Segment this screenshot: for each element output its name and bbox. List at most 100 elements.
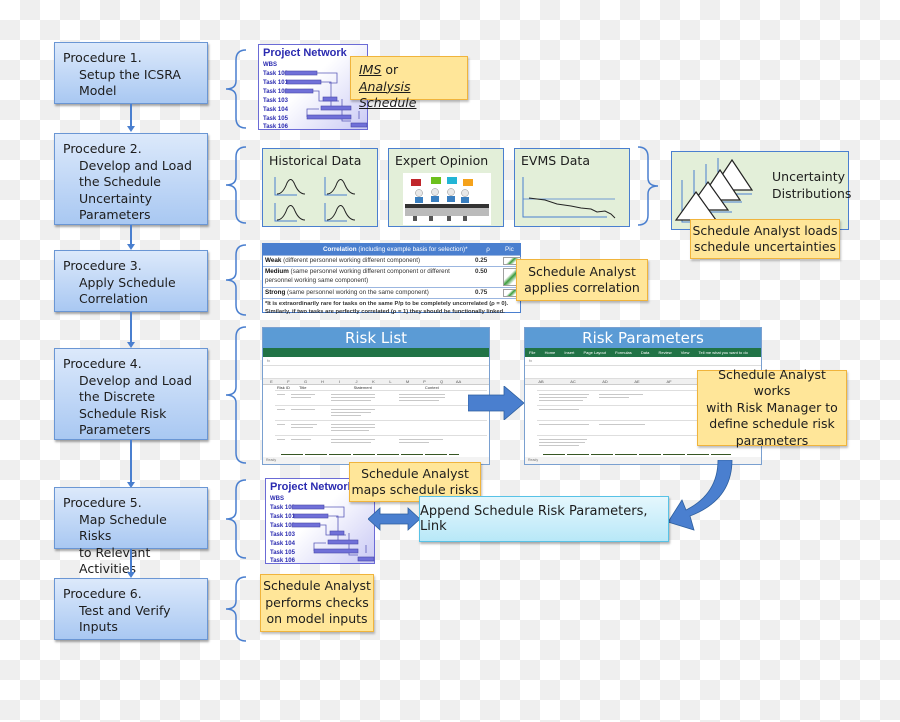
brace-procedure-3	[225, 244, 247, 316]
level-label: Weak	[265, 257, 282, 264]
cell-text	[539, 441, 585, 443]
cell-text	[331, 393, 375, 395]
column-header[interactable]: AC	[557, 379, 589, 384]
note-line: Schedule Analyst	[528, 263, 636, 279]
arrow-right-icon	[468, 386, 524, 420]
row-divider	[275, 405, 487, 406]
column-header[interactable]: H	[314, 379, 331, 384]
cell-text	[291, 426, 313, 428]
column-header[interactable]: L	[382, 379, 399, 384]
cell-text	[599, 423, 645, 425]
column-header[interactable]: E	[263, 379, 280, 384]
procedure-6-line: Inputs	[79, 619, 118, 635]
procedure-1-line: Model	[79, 83, 117, 99]
cell-text	[277, 408, 285, 410]
loads-uncertainties-note: Schedule Analyst loads schedule uncertai…	[690, 219, 840, 259]
cell-text	[331, 414, 361, 416]
row-divider	[275, 390, 487, 391]
correlation-table: Correlation (including example basis for…	[262, 243, 521, 315]
cell-text	[539, 396, 587, 398]
cell-text	[331, 441, 371, 443]
procedure-1-title: Procedure 1.	[63, 50, 142, 65]
procedure-4-title: Procedure 4.	[63, 356, 142, 371]
cell-text	[291, 423, 317, 425]
works-with-risk-manager-note: Schedule Analyst works with Risk Manager…	[697, 367, 847, 448]
cell-text	[331, 426, 375, 428]
curved-arrow-icon	[667, 460, 733, 531]
column-header[interactable]: AA	[450, 379, 467, 384]
note-line: Schedule Analyst	[361, 465, 469, 481]
procedure-3-title: Procedure 3.	[63, 258, 142, 273]
distributions-label-line: Distributions	[772, 186, 852, 201]
procedure-6-line: Test and Verify	[79, 602, 171, 618]
procedure-6-title: Procedure 6.	[63, 586, 142, 601]
procedure-2-line: the Schedule	[79, 174, 161, 190]
ribbon-tab-home[interactable]: Home	[545, 350, 556, 355]
column-header[interactable]: M	[399, 379, 416, 384]
level-label: Strong	[265, 289, 286, 296]
footnote-line: Similarly, if two tasks are perfectly co…	[265, 309, 505, 315]
ribbon-tab-file[interactable]: File	[529, 350, 535, 355]
expert-opinion-box: Expert Opinion	[388, 148, 504, 227]
ribbon-tab-data[interactable]: Data	[641, 350, 649, 355]
applies-correlation-note: Schedule Analyst applies correlation	[516, 259, 648, 301]
formula-bar: fx	[263, 357, 489, 366]
evms-data-box: EVMS Data	[514, 148, 630, 227]
column-header[interactable]: K	[365, 379, 382, 384]
cell-text	[399, 399, 439, 401]
cell-text	[291, 396, 311, 398]
cell-text	[331, 399, 371, 401]
expert-opinion-label: Expert Opinion	[395, 153, 489, 168]
procedure-4-line: Schedule Risk	[79, 405, 167, 421]
sheet-tabs[interactable]	[281, 448, 459, 455]
column-header[interactable]: I	[331, 379, 348, 384]
brace-procedure-5	[225, 479, 247, 559]
brace-procedure-2	[225, 146, 247, 224]
cell-text	[399, 441, 429, 443]
ribbon-tab-insert[interactable]: Insert	[564, 350, 574, 355]
risk-list-title: Risk List	[263, 328, 489, 348]
ribbon-tab-view[interactable]: View	[681, 350, 690, 355]
correlation-footnote: *It is extraordinarily rare for tasks on…	[263, 298, 520, 317]
procedure-4-line: Develop and Load	[79, 372, 192, 388]
cell-text	[331, 411, 371, 413]
column-header[interactable]: G	[297, 379, 314, 384]
column-header[interactable]: J	[348, 379, 365, 384]
procedure-2-line: Parameters	[79, 207, 151, 223]
cell-text	[331, 429, 369, 431]
column-header[interactable]: AD	[589, 379, 621, 384]
brace-procedure-1	[225, 49, 247, 129]
distributions-label-line: Uncertainty	[772, 169, 846, 184]
procedure-3-box: Procedure 3. Apply Schedule Correlation	[54, 250, 208, 312]
header-area	[263, 366, 489, 379]
note-line: Schedule Analyst	[263, 578, 371, 594]
column-header[interactable]: P	[416, 379, 433, 384]
ribbon-tab-review[interactable]: Review	[658, 350, 671, 355]
ribbon-tab-formulas[interactable]: Formulas	[615, 350, 632, 355]
double-arrow-icon	[368, 507, 420, 531]
note-line: parameters	[735, 432, 809, 448]
column-header[interactable]: Q	[433, 379, 450, 384]
column-header[interactable]: AE	[621, 379, 653, 384]
risk-parameters-title: Risk Parameters	[525, 328, 761, 348]
procedure-6-box: Procedure 6. Test and Verify Inputs	[54, 578, 208, 640]
tell-me-search[interactable]: Tell me what you want to do	[698, 350, 747, 355]
cell-text	[331, 396, 375, 398]
distribution-curves-icon	[274, 177, 356, 222]
column-header[interactable]: AB	[525, 379, 557, 384]
rho-value: 0.25	[475, 257, 488, 264]
cell-text	[539, 438, 587, 440]
procedure-3-line: Correlation	[79, 291, 148, 307]
sheet-tabs[interactable]	[543, 448, 731, 455]
correlation-row-strong: Strong (same personnel working on the sa…	[263, 287, 521, 298]
correlation-header-label: Correlation (including example basis for…	[323, 246, 468, 253]
procedure-1-line: Setup the ICSRA	[79, 66, 181, 82]
column-header[interactable]: AF	[653, 379, 685, 384]
ribbon-tab-page-layout[interactable]: Page Layout	[584, 350, 606, 355]
cell-text	[399, 438, 443, 440]
historical-data-box: Historical Data	[262, 148, 378, 227]
cell-text	[539, 444, 579, 446]
column-header[interactable]: F	[280, 379, 297, 384]
rho-value: 0.75	[475, 289, 488, 296]
procedure-4-line: the Discrete	[79, 389, 156, 405]
